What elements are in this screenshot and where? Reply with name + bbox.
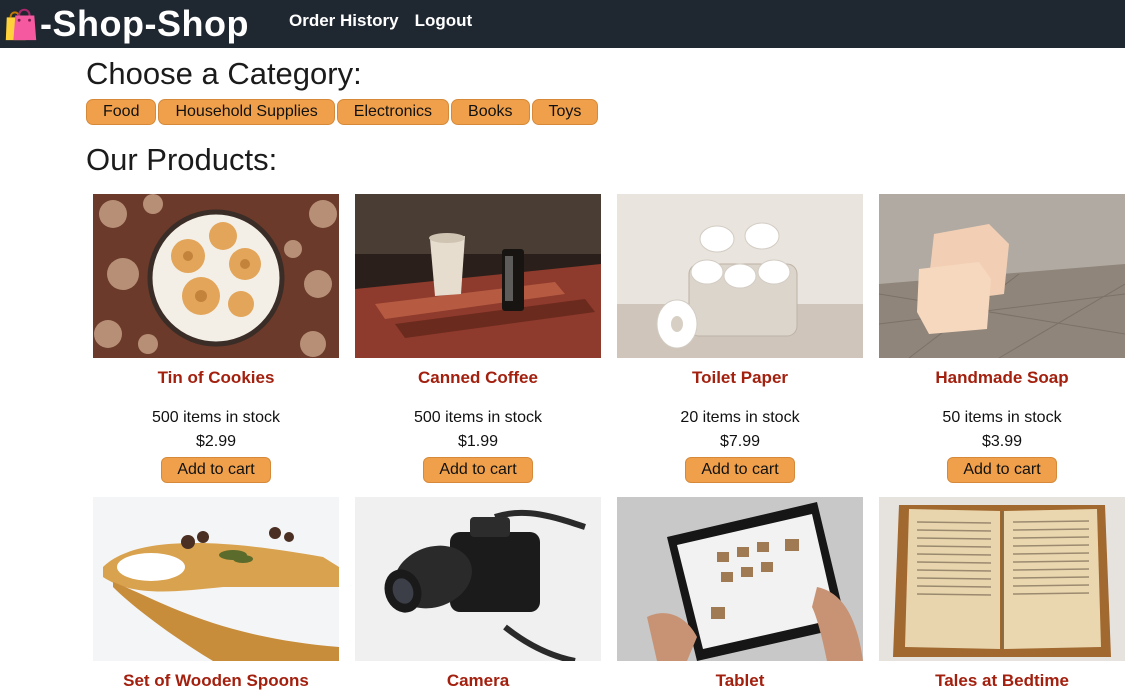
product-name[interactable]: Tablet <box>617 671 863 693</box>
product-price: $2.99 <box>195 433 237 450</box>
product-price: $3.99 <box>981 433 1023 450</box>
product-name[interactable]: Toilet Paper <box>617 368 863 390</box>
product-name[interactable]: Camera <box>355 671 601 693</box>
product-card: Set of Wooden Spoons <box>93 497 339 693</box>
product-image-camera[interactable] <box>355 497 601 661</box>
category-list: Food Household Supplies Electronics Book… <box>86 99 599 125</box>
product-image-tablet[interactable] <box>617 497 863 661</box>
category-toys-button[interactable]: Toys <box>531 99 599 125</box>
category-food-button[interactable]: Food <box>86 99 157 125</box>
logout-link[interactable]: Logout <box>415 11 473 31</box>
product-name[interactable]: Canned Coffee <box>355 368 601 390</box>
product-image-coffee[interactable] <box>355 194 601 358</box>
brand-link[interactable]: -Shop-Shop <box>0 0 249 48</box>
product-name[interactable]: Tin of Cookies <box>93 368 339 390</box>
product-name[interactable]: Tales at Bedtime <box>879 671 1125 693</box>
add-to-cart-button[interactable]: Add to cart <box>685 457 795 483</box>
products-heading: Our Products: <box>86 142 278 177</box>
product-price: $1.99 <box>457 433 499 450</box>
product-stock: 500 items in stock <box>413 409 543 426</box>
product-image-toilet-paper[interactable] <box>617 194 863 358</box>
product-stock: 50 items in stock <box>942 409 1062 426</box>
product-card: Camera <box>355 497 601 693</box>
product-image-book[interactable] <box>879 497 1125 661</box>
product-card: Tin of Cookies 500 items in stock $2.99 … <box>93 194 339 483</box>
product-image-spoons[interactable] <box>93 497 339 661</box>
product-name[interactable]: Set of Wooden Spoons <box>93 671 339 693</box>
order-history-link[interactable]: Order History <box>289 11 399 31</box>
product-name[interactable]: Handmade Soap <box>879 368 1125 390</box>
brand-title: -Shop-Shop <box>40 3 249 44</box>
product-stock: 500 items in stock <box>151 409 281 426</box>
add-to-cart-button[interactable]: Add to cart <box>423 457 533 483</box>
product-price: $7.99 <box>719 433 761 450</box>
category-electronics-button[interactable]: Electronics <box>336 99 450 125</box>
product-card: Canned Coffee 500 items in stock $1.99 A… <box>355 194 601 483</box>
category-books-button[interactable]: Books <box>451 99 530 125</box>
product-card: Toilet Paper 20 items in stock $7.99 Add… <box>617 194 863 483</box>
header-nav: Order History Logout <box>289 0 472 42</box>
product-card: Tales at Bedtime <box>879 497 1125 693</box>
shopping-bags-icon <box>5 8 37 41</box>
add-to-cart-button[interactable]: Add to cart <box>947 457 1057 483</box>
category-household-supplies-button[interactable]: Household Supplies <box>158 99 335 125</box>
category-heading: Choose a Category: <box>86 56 362 91</box>
product-stock: 20 items in stock <box>680 409 800 426</box>
product-card: Handmade Soap 50 items in stock $3.99 Ad… <box>879 194 1125 483</box>
product-card: Tablet <box>617 497 863 693</box>
add-to-cart-button[interactable]: Add to cart <box>161 457 271 483</box>
top-navbar: -Shop-Shop Order History Logout <box>0 0 1125 48</box>
product-image-soap[interactable] <box>879 194 1125 358</box>
product-image-cookies[interactable] <box>93 194 339 358</box>
